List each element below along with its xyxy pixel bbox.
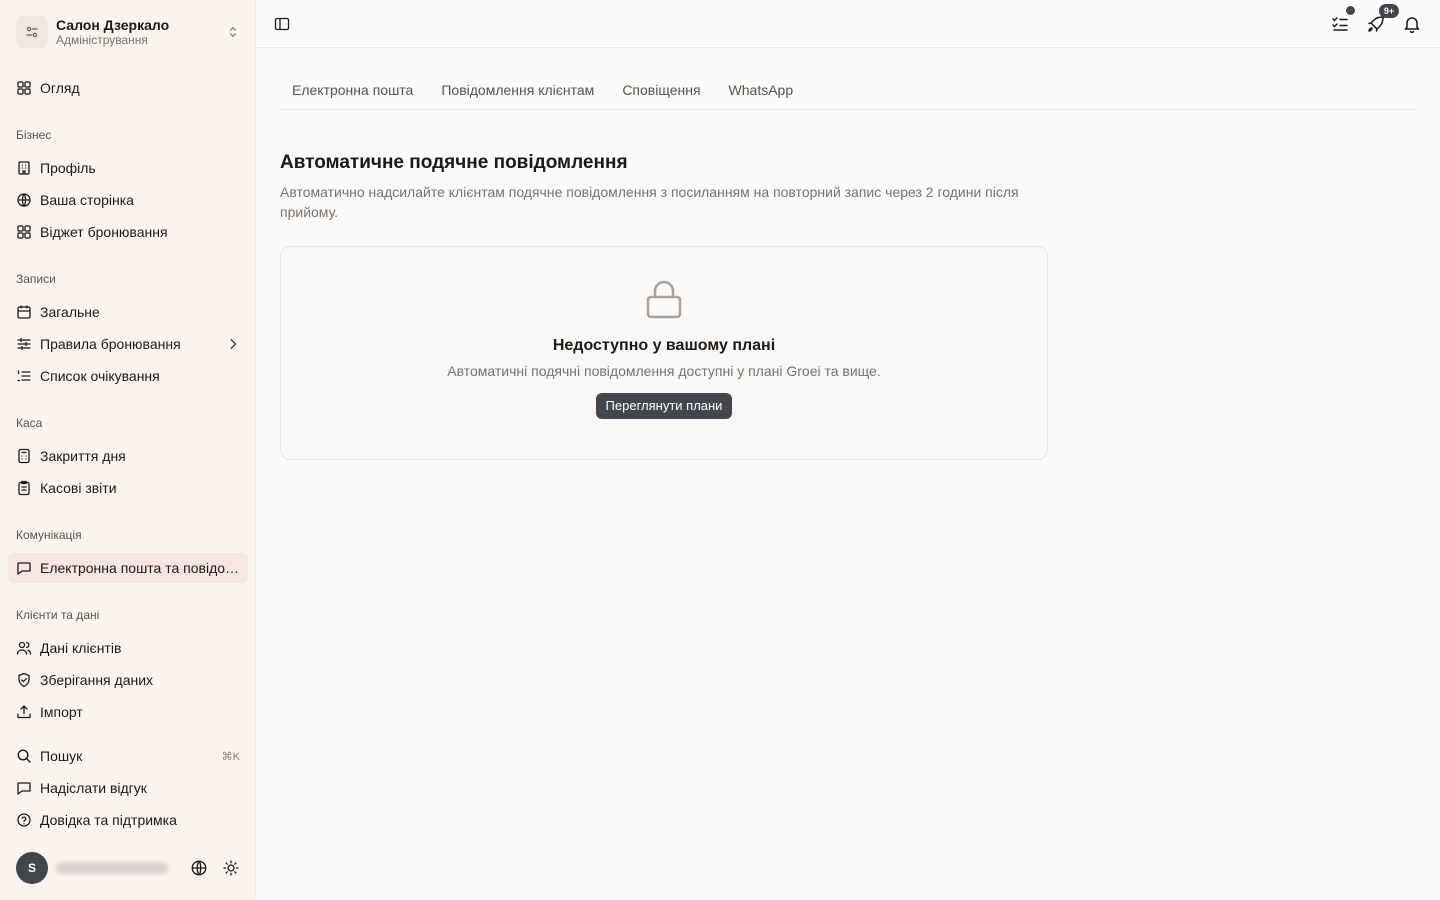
message-square-icon [16,780,32,796]
user-email-redacted [56,862,168,874]
sidebar-item-import[interactable]: Імпорт [8,697,248,727]
sidebar-item-search[interactable]: Пошук ⌘K [8,741,248,771]
sidebar-item-label: Профіль [40,160,96,176]
sidebar-item-data-retention[interactable]: Зберігання даних [8,665,248,695]
sidebar-item-label: Касові звіти [40,480,117,496]
grid-icon [16,80,32,96]
sidebar-item-label: Імпорт [40,704,83,720]
search-shortcut: ⌘K [221,750,240,763]
sidebar-item-help[interactable]: Довідка та підтримка [8,805,248,835]
org-switcher[interactable]: Салон Дзеркало Адміністрування [8,8,248,56]
sidebar-item-overview[interactable]: Огляд [8,73,248,103]
list-ordered-icon [16,368,32,384]
clipboard-icon [16,480,32,496]
section-label-appointments: Записи [16,272,56,286]
shield-check-icon [16,672,32,688]
sidebar-item-label: Довідка та підтримка [40,812,177,828]
sidebar-item-general[interactable]: Загальне [8,297,248,327]
globe-icon [16,192,32,208]
upload-icon [16,704,32,720]
building-icon [16,160,32,176]
calendar-icon [16,304,32,320]
section-label-business: Бізнес [16,128,52,142]
user-actions [190,859,240,877]
locked-description: Автоматичні подячні повідомлення доступн… [447,363,881,379]
sidebar-item-label: Зберігання даних [40,672,154,688]
avatar[interactable]: S [16,852,48,884]
grid-icon [16,224,32,240]
message-square-icon [16,560,32,576]
org-text: Салон Дзеркало Адміністрування [56,17,226,48]
updates-rocket-icon[interactable]: 9+ [1364,4,1399,36]
notifications-badge: 9+ [1379,4,1399,18]
chevron-right-icon [226,337,240,351]
sidebar-item-email-messages[interactable]: Електронна пошта та повідомлення [8,553,248,583]
org-subtitle: Адміністрування [56,32,148,47]
sidebar: Салон Дзеркало Адміністрування Огляд Біз… [0,0,256,900]
tab-email[interactable]: Електронна пошта [280,70,427,110]
sidebar-item-label: Електронна пошта та повідомлення [40,560,240,576]
sidebar-item-booking-widget[interactable]: Віджет бронювання [8,217,248,247]
search-icon [16,748,32,764]
language-globe-icon[interactable] [190,859,208,877]
tasks-checklist-icon[interactable] [1328,6,1355,36]
topbar: 9+ [256,0,1440,48]
locked-feature-card: Недоступно у вашому плані Автоматичні по… [280,246,1048,460]
sidebar-item-label: Правила бронювання [40,336,181,352]
sliders-icon [16,336,32,352]
bell-icon[interactable] [1400,12,1424,36]
theme-sun-icon[interactable] [222,859,240,877]
section-label-cash: Каса [16,416,43,430]
chevrons-up-down-icon [226,25,240,39]
org-logo-icon [16,16,48,48]
sidebar-item-label: Дані клієнтів [40,640,122,656]
users-icon [16,640,32,656]
tab-client-messages[interactable]: Повідомлення клієнтам [429,70,608,110]
user-row: S [8,848,248,888]
sidebar-item-feedback[interactable]: Надіслати відгук [8,773,248,803]
sidebar-item-client-data[interactable]: Дані клієнтів [8,633,248,663]
sidebar-item-your-page[interactable]: Ваша сторінка [8,185,248,215]
sidebar-item-label: Закриття дня [40,448,126,464]
sidebar-item-profile[interactable]: Профіль [8,153,248,183]
sidebar-toggle-icon[interactable] [272,14,292,34]
tab-whatsapp[interactable]: WhatsApp [717,70,808,110]
section-label-communication: Комунікація [16,528,82,542]
app-root: Салон Дзеркало Адміністрування Огляд Біз… [0,0,1440,900]
sidebar-item-cash-reports[interactable]: Касові звіти [8,473,248,503]
sidebar-item-booking-rules[interactable]: Правила бронювання [8,329,248,359]
section-label-clients: Клієнти та дані [16,608,100,622]
sidebar-item-label: Огляд [40,80,80,96]
calculator-icon [16,448,32,464]
tasks-indicator-dot [1346,6,1355,15]
sidebar-item-day-close[interactable]: Закриття дня [8,441,248,471]
sidebar-item-label: Список очікування [40,368,160,384]
help-circle-icon [16,812,32,828]
page-description: Автоматично надсилайте клієнтам подячне … [280,184,1019,220]
main-content: 9+ Електронна пошта Повідомлення клієнта… [256,0,1440,900]
page-title: Автоматичне подячне повідомлення [280,152,628,173]
view-plans-button[interactable]: Переглянути плани [595,393,733,419]
locked-title: Недоступно у вашому плані [552,337,776,354]
sidebar-item-label: Надіслати відгук [40,780,147,796]
org-name: Салон Дзеркало [56,16,170,33]
sidebar-item-waitlist[interactable]: Список очікування [8,361,248,391]
lock-icon [645,279,683,319]
sidebar-item-label: Загальне [40,304,100,320]
sidebar-item-label: Віджет бронювання [40,224,168,240]
settings-tabs: Електронна пошта Повідомлення клієнтам С… [280,70,1416,110]
sidebar-item-label: Пошук [40,748,83,764]
sidebar-item-label: Ваша сторінка [40,192,134,208]
tab-notifications[interactable]: Сповіщення [610,70,714,110]
